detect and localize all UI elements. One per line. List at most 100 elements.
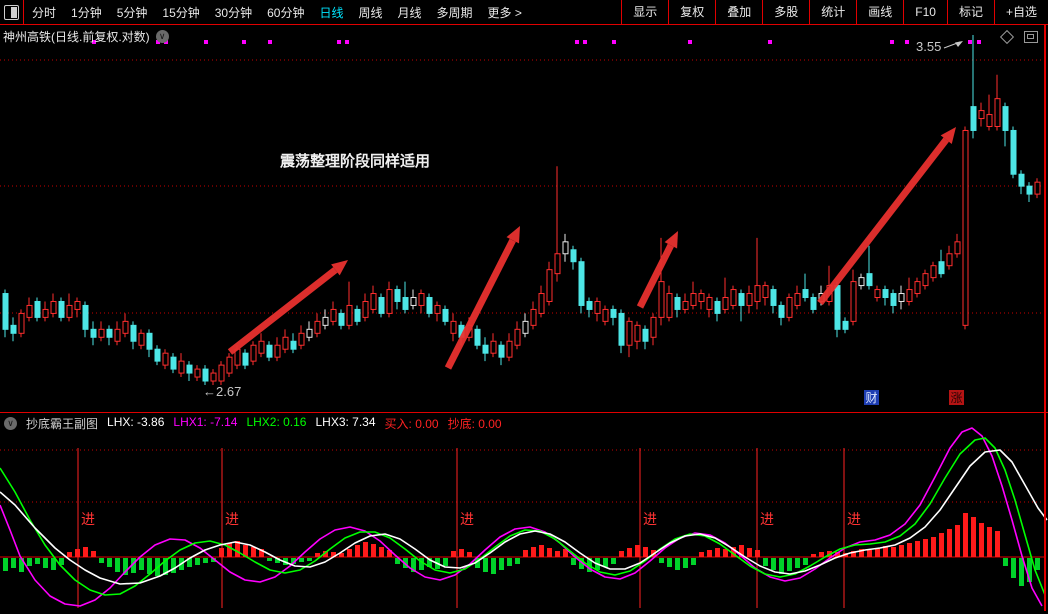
period-menu-item[interactable]: 分时: [32, 4, 56, 21]
candle-body: [810, 297, 817, 310]
candle-body: [98, 328, 105, 338]
tool-menu-item[interactable]: F10: [903, 0, 947, 24]
candle-body: [522, 320, 529, 334]
oscillator-bar: [107, 558, 112, 567]
candle-body: [370, 293, 377, 310]
candle-body: [298, 332, 305, 346]
candle-body: [314, 320, 321, 334]
candle-body: [794, 293, 801, 306]
tool-menu-item[interactable]: 复权: [668, 0, 715, 24]
candle-body: [130, 324, 137, 342]
oscillator-bar: [795, 558, 800, 568]
collapse-sub-icon[interactable]: ∨: [4, 417, 17, 430]
candle-body: [978, 110, 985, 120]
period-menu: 分时 1分钟 5分钟 15分钟 30分钟 60分钟 日线 周线 月线 多周期 更多 >: [24, 4, 522, 21]
period-menu-item[interactable]: 1分钟: [71, 4, 102, 21]
oscillator-bar: [507, 558, 512, 566]
signal-dot: [575, 40, 579, 44]
tool-menu-item[interactable]: +自选: [993, 0, 1048, 24]
top-menu-bar: 分时 1分钟 5分钟 15分钟 30分钟 60分钟 日线 周线 月线 多周期 更多 > 显示 复权 叠加…: [0, 0, 1048, 25]
oscillator-bar: [467, 552, 472, 557]
period-menu-item[interactable]: 日线: [319, 4, 343, 21]
period-menu-item[interactable]: 5分钟: [117, 4, 148, 21]
candle-body: [946, 253, 953, 267]
oscillator-bar: [555, 551, 560, 557]
candle-body: [1018, 173, 1025, 187]
oscillator-bar: [963, 513, 968, 557]
tool-menu-item[interactable]: 显示: [621, 0, 668, 24]
oscillator-bar: [923, 539, 928, 557]
candle-body: [938, 261, 945, 275]
oscillator-bar: [11, 558, 16, 568]
tool-menu-item[interactable]: 叠加: [715, 0, 762, 24]
period-menu-item[interactable]: 周线: [358, 4, 382, 21]
signal-label: 进: [460, 511, 474, 527]
period-menu-item[interactable]: 30分钟: [215, 4, 252, 21]
candle-body: [642, 328, 649, 342]
candle-body: [122, 320, 129, 334]
period-menu-item[interactable]: 60分钟: [267, 4, 304, 21]
oscillator-bar: [819, 552, 824, 557]
candle-body: [714, 300, 721, 314]
candle-body: [442, 308, 449, 322]
period-menu-item[interactable]: 多周期: [437, 4, 473, 21]
candle-body: [290, 340, 297, 350]
tool-menu-item[interactable]: 多股: [762, 0, 809, 24]
candle-body: [450, 320, 457, 334]
oscillator-bar: [763, 558, 768, 566]
candle-body: [746, 293, 753, 306]
oscillator-bar: [355, 545, 360, 557]
oscillator-bar: [699, 552, 704, 557]
oscillator-bar: [171, 558, 176, 573]
candle-body: [922, 273, 929, 287]
candle-body: [42, 308, 49, 318]
chart-canvas[interactable]: 进 进 进 进 进 进 震荡整理阶段同样适用 3.55 ←2.67 财 涨: [0, 0, 1048, 614]
oscillator-bar: [715, 548, 720, 557]
oscillator-bar: [811, 554, 816, 557]
oscillator-bar: [443, 558, 448, 566]
candle-body: [386, 289, 393, 314]
candle-body: [162, 352, 169, 366]
period-menu-item[interactable]: 15分钟: [162, 4, 199, 21]
period-menu-item[interactable]: 更多 >: [488, 4, 522, 21]
candle-body: [26, 304, 33, 318]
candle-body: [242, 352, 249, 366]
candle-body: [346, 304, 353, 326]
tool-menu-item[interactable]: 标记: [946, 0, 994, 24]
candle-body: [914, 281, 921, 295]
oscillator-bar: [691, 558, 696, 565]
signal-label: 进: [847, 511, 861, 527]
diamond-icon[interactable]: [999, 29, 1015, 45]
panel-toggle-icon[interactable]: [4, 4, 19, 20]
oscillator-bar: [267, 558, 272, 561]
restore-window-icon[interactable]: [1024, 31, 1038, 43]
candle-body: [546, 269, 553, 302]
signal-dot: [242, 40, 246, 44]
candle-body: [138, 332, 145, 346]
candle-body: [194, 368, 201, 378]
collapse-main-icon[interactable]: ∨: [155, 30, 169, 43]
indicator-name[interactable]: 抄底霸王副图: [26, 415, 98, 432]
indicator-field: LHX3: 7.34: [315, 415, 376, 429]
signal-dot: [268, 40, 272, 44]
candle-body: [106, 328, 113, 338]
period-menu-item[interactable]: 月线: [398, 4, 422, 21]
oscillator-bar: [67, 552, 72, 557]
tool-menu-item[interactable]: 统计: [809, 0, 856, 24]
candle-body: [898, 293, 905, 302]
oscillator-bar: [219, 548, 224, 557]
oscillator-bar: [115, 558, 120, 572]
candle-body: [154, 348, 161, 362]
tool-menu-item[interactable]: 画线: [856, 0, 903, 24]
high-pointer-head: [955, 41, 963, 47]
candle-body: [402, 297, 409, 310]
candle-body: [682, 300, 689, 310]
candle-body: [770, 289, 777, 306]
candle-body: [306, 328, 313, 338]
candle-body: [506, 340, 513, 358]
candle-body: [434, 304, 441, 314]
candle-body: [1026, 185, 1033, 195]
pane-separator[interactable]: [0, 412, 1048, 413]
candle-body: [658, 281, 665, 318]
candle-body: [274, 344, 281, 358]
